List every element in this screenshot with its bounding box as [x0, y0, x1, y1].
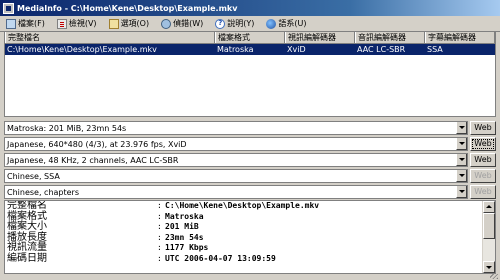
- detail-separator: :: [157, 243, 162, 252]
- detail-value: UTC 2006-04-07 13:09:59: [165, 253, 276, 263]
- detail-separator: :: [157, 253, 162, 263]
- stream-row-video: Japanese, 640*480 (4/3), at 23.976 fps, …: [4, 137, 496, 151]
- chevron-down-icon[interactable]: [456, 170, 467, 182]
- table-cell: Matroska: [217, 45, 254, 54]
- details-panel[interactable]: 完整檔名 : C:\Home\Kene\Desktop\Example.mkv …: [4, 200, 496, 274]
- menu-view-label: 檢視(V): [68, 19, 97, 28]
- web-button-video[interactable]: Web: [470, 137, 496, 151]
- menu-options-label: 選項(O): [120, 19, 150, 28]
- options-icon: [108, 18, 119, 29]
- detail-separator: :: [157, 201, 162, 210]
- stream-select-audio[interactable]: Japanese, 48 KHz, 2 channels, AAC LC-SBR: [4, 153, 468, 167]
- stream-select-value: Matroska: 201 MiB, 23mn 54s: [7, 123, 127, 133]
- menu-help-label: 說明(Y): [227, 19, 255, 28]
- menu-options[interactable]: 選項(O): [108, 18, 150, 29]
- detail-key: 視訊流量: [7, 242, 47, 253]
- language-icon: [266, 18, 277, 29]
- menu-help[interactable]: 說明(Y): [215, 18, 254, 29]
- stream-select-video[interactable]: Japanese, 640*480 (4/3), at 23.976 fps, …: [4, 137, 468, 151]
- file-icon: [6, 18, 16, 29]
- stream-select-value: Japanese, 640*480 (4/3), at 23.976 fps, …: [7, 139, 187, 149]
- detail-row: 檔案格式 : Matroska: [5, 211, 495, 223]
- table-cell: AAC LC-SBR: [357, 45, 406, 54]
- web-button-subtitle[interactable]: Web: [470, 169, 496, 183]
- help-icon: [215, 18, 226, 29]
- stream-row-subtitle: Chinese, SSA Web: [4, 169, 496, 183]
- title-bar: MediaInfo - C:\Home\Kene\Desktop\Example…: [0, 0, 500, 16]
- menu-file-label: 檔案(F): [18, 19, 45, 28]
- chevron-down-icon[interactable]: [456, 138, 467, 150]
- menu-debug-label: 偵錯(W): [173, 19, 204, 28]
- chevron-down-icon[interactable]: [456, 186, 467, 198]
- detail-row: 完整檔名 : C:\Home\Kene\Desktop\Example.mkv: [5, 201, 495, 212]
- detail-separator: :: [157, 211, 162, 221]
- details-scrollbar[interactable]: [482, 201, 495, 273]
- table-row[interactable]: C:\Home\Kene\Desktop\Example.mkv Matrosk…: [5, 44, 495, 55]
- detail-key: 編碼日期: [7, 252, 47, 264]
- menu-file[interactable]: 檔案(F): [6, 18, 45, 29]
- detail-value: C:\Home\Kene\Desktop\Example.mkv: [165, 201, 320, 210]
- table-cell: XviD: [287, 45, 306, 54]
- web-button-general[interactable]: Web: [470, 121, 496, 135]
- window-title: MediaInfo - C:\Home\Kene\Desktop\Example…: [17, 3, 238, 13]
- web-button-audio[interactable]: Web: [470, 153, 496, 167]
- stream-row-chapters: Chinese, chapters Web: [4, 185, 496, 199]
- detail-row: 視訊流量 : 1177 Kbps: [5, 242, 495, 254]
- stream-select-subtitle[interactable]: Chinese, SSA: [4, 169, 468, 183]
- view-icon: [56, 18, 67, 29]
- detail-key: 完整檔名: [7, 200, 47, 211]
- detail-value: 1177 Kbps: [165, 243, 209, 252]
- detail-key: 檔案大小: [7, 221, 47, 232]
- stream-select-value: Japanese, 48 KHz, 2 channels, AAC LC-SBR: [7, 155, 179, 165]
- mediainfo-app-icon[interactable]: [3, 2, 14, 14]
- table-header: 完整檔名 檔案格式 視訊編解碼器 音訊編解碼器 字幕編解碼器: [5, 32, 495, 44]
- resize-grip-icon[interactable]: [490, 274, 498, 279]
- scroll-down-arrow-icon[interactable]: [483, 261, 495, 273]
- detail-row: 檔案大小 : 201 MiB: [5, 221, 495, 233]
- column-header[interactable]: 視訊編解碼器: [285, 32, 355, 43]
- detail-value: 201 MiB: [165, 222, 199, 231]
- detail-separator: :: [157, 232, 162, 242]
- scroll-thumb[interactable]: [483, 213, 495, 239]
- menu-language-label: 語系(U): [278, 19, 307, 28]
- stream-select-value: Chinese, SSA: [7, 171, 60, 181]
- column-header[interactable]: 完整檔名: [5, 32, 215, 43]
- detail-row: 播放長度 : 23mn 54s: [5, 232, 495, 244]
- detail-value: Matroska: [165, 211, 204, 221]
- chevron-down-icon[interactable]: [456, 122, 467, 134]
- menu-view[interactable]: 檢視(V): [56, 18, 97, 29]
- detail-value: 23mn 54s: [165, 232, 204, 242]
- stream-select-value: Chinese, chapters: [7, 187, 80, 197]
- table-cell: C:\Home\Kene\Desktop\Example.mkv: [7, 45, 157, 54]
- stream-select-general[interactable]: Matroska: 201 MiB, 23mn 54s: [4, 121, 468, 135]
- menu-bar: 檔案(F) 檢視(V) 選項(O) 偵錯(W) 說明(Y) 語系(U): [0, 16, 500, 32]
- chevron-down-icon[interactable]: [456, 154, 467, 166]
- stream-select-chapters[interactable]: Chinese, chapters: [4, 185, 468, 199]
- stream-row-audio: Japanese, 48 KHz, 2 channels, AAC LC-SBR…: [4, 153, 496, 167]
- column-header[interactable]: 音訊編解碼器: [355, 32, 425, 43]
- column-header[interactable]: 檔案格式: [215, 32, 285, 43]
- detail-row: 編碼日期 : UTC 2006-04-07 13:09:59: [5, 252, 495, 265]
- scroll-up-arrow-icon[interactable]: [483, 201, 495, 213]
- menu-language[interactable]: 語系(U): [266, 18, 307, 29]
- table-cell: SSA: [427, 45, 443, 54]
- stream-row-general: Matroska: 201 MiB, 23mn 54s Web: [4, 121, 496, 135]
- column-header[interactable]: 字幕編解碼器: [425, 32, 495, 43]
- debug-icon: [161, 18, 172, 29]
- web-button-chapters[interactable]: Web: [470, 185, 496, 199]
- menu-debug[interactable]: 偵錯(W): [161, 18, 203, 29]
- file-list-table[interactable]: 完整檔名 檔案格式 視訊編解碼器 音訊編解碼器 字幕編解碼器 C:\Home\K…: [4, 31, 496, 117]
- detail-separator: :: [157, 222, 162, 231]
